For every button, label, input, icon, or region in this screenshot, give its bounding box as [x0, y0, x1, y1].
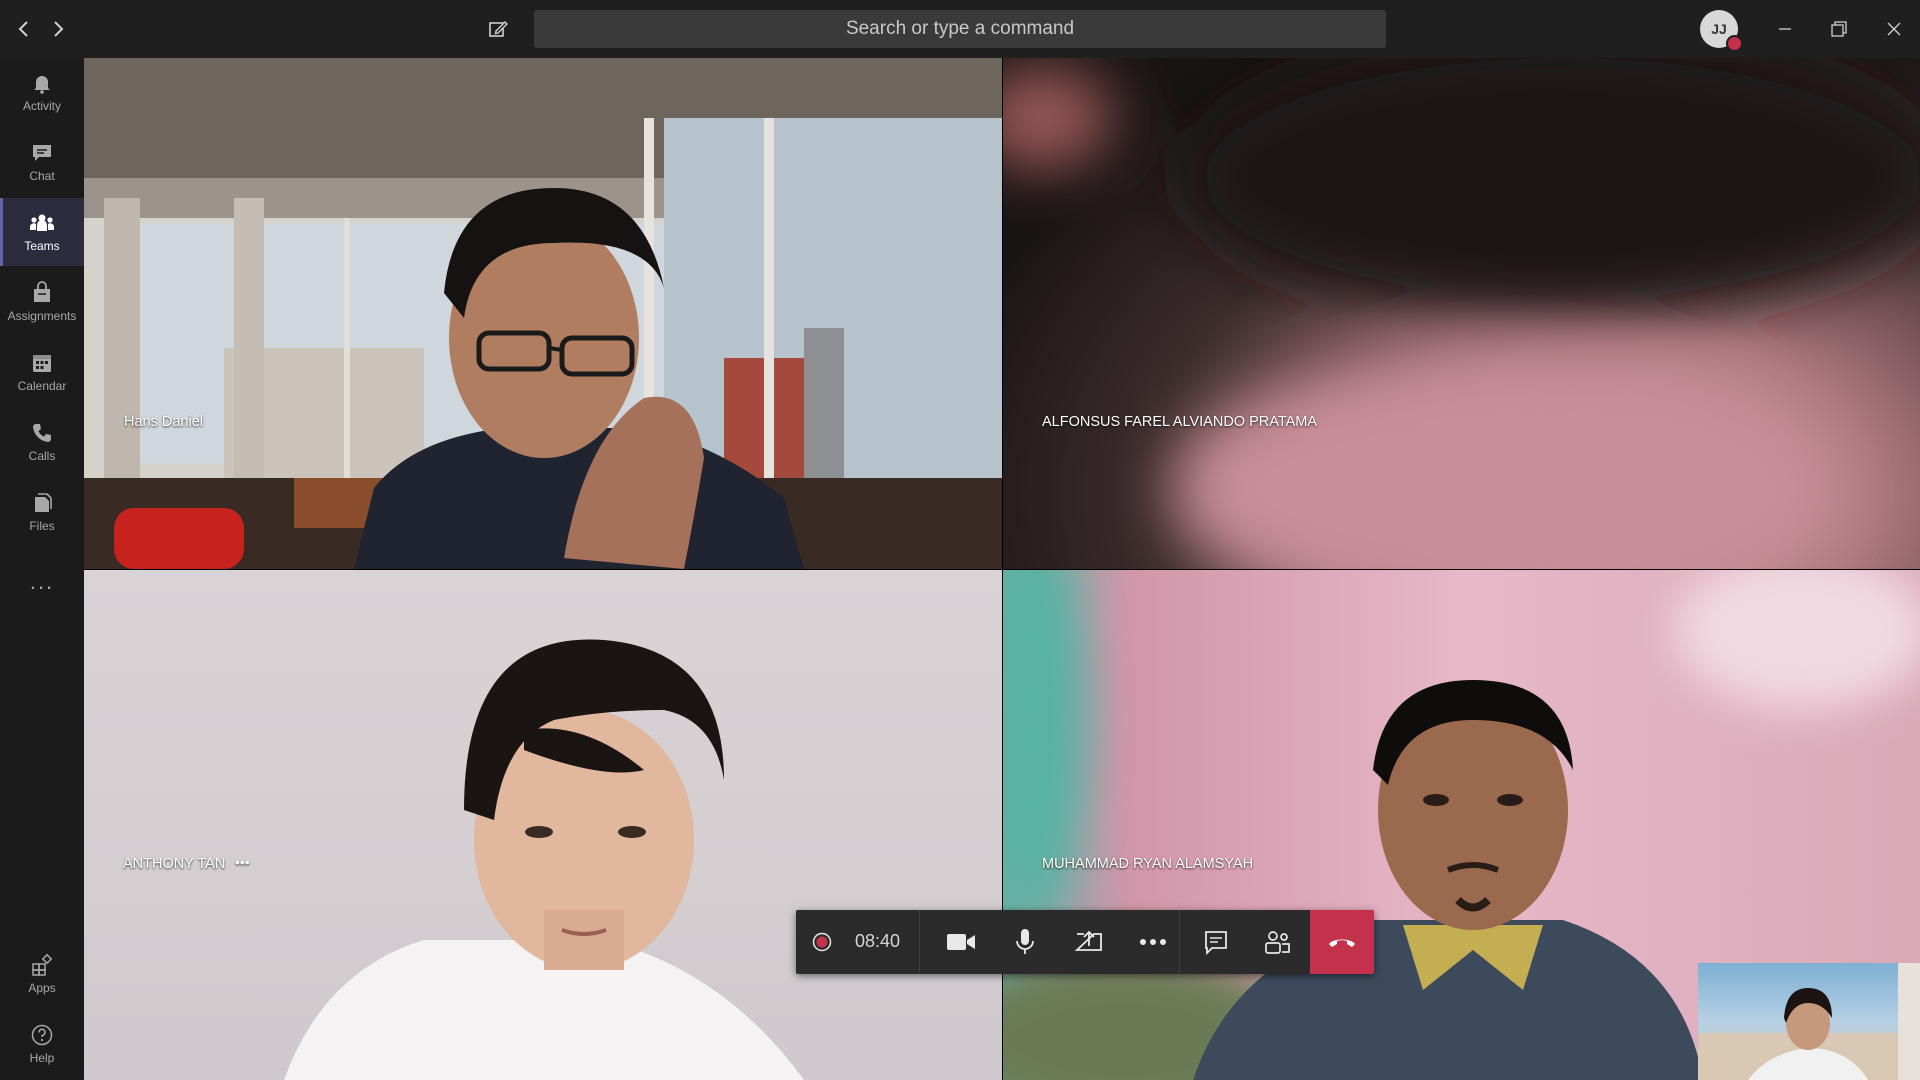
bell-icon: [34, 76, 50, 94]
rail-item-teams[interactable]: Teams: [0, 198, 84, 266]
video-tile[interactable]: ANTHONY TAN •••: [84, 570, 1002, 1080]
assignments-icon: [34, 281, 50, 302]
camera-icon: [947, 934, 975, 950]
call-duration: 08:40: [855, 931, 901, 951]
help-icon: [31, 1024, 53, 1046]
video-feed: [84, 58, 1002, 569]
record-icon: [812, 932, 832, 952]
video-tile[interactable]: ALFONSUS FAREL ALVIANDO PRATAMA: [1003, 58, 1920, 569]
files-icon: [35, 493, 52, 512]
microphone-button[interactable]: [1003, 920, 1047, 964]
video-tile[interactable]: Hans Daniel: [84, 58, 1002, 569]
participant-more-button[interactable]: •••: [235, 854, 250, 870]
rail-item-calls[interactable]: Calls: [0, 408, 84, 476]
participants-icon: [1265, 931, 1290, 954]
app-rail: Activity Chat Teams Assignments Calendar…: [0, 58, 84, 1080]
participant-name: ALFONSUS FAREL ALVIANDO PRATAMA: [1042, 414, 1318, 430]
participant-name: ANTHONY TAN: [123, 856, 226, 872]
more-icon: [1140, 939, 1166, 945]
divider: [1179, 910, 1180, 974]
chat-icon: [1205, 931, 1227, 955]
back-arrow-icon[interactable]: [12, 17, 36, 41]
rail-label: Apps: [28, 981, 56, 995]
microphone-icon: [1016, 929, 1034, 954]
hang-up-icon: [1329, 939, 1355, 947]
apps-icon: [32, 953, 53, 976]
rail-label: Assignments: [7, 309, 77, 323]
rail-label: Calendar: [17, 379, 67, 393]
divider: [919, 910, 920, 974]
show-conversation-button[interactable]: [1194, 920, 1238, 964]
teams-icon: [30, 214, 54, 231]
search-input[interactable]: Search or type a command: [534, 10, 1386, 48]
video-feed: [284, 639, 804, 1080]
rail-item-files[interactable]: Files: [0, 478, 84, 546]
chat-icon: [33, 145, 51, 161]
rail-label: Files: [29, 519, 55, 533]
rail-label: Chat: [29, 169, 55, 183]
hang-up-button[interactable]: [1310, 910, 1374, 974]
rail-item-assignments[interactable]: Assignments: [0, 268, 84, 336]
compose-icon[interactable]: [486, 17, 510, 41]
rail-item-activity[interactable]: Activity: [0, 58, 84, 126]
rail-label: Calls: [28, 449, 56, 463]
rail-label: Activity: [22, 99, 61, 113]
more-icon: ...: [29, 569, 55, 594]
call-timer: 08:40: [796, 910, 919, 974]
show-participants-button[interactable]: [1256, 920, 1300, 964]
rail-item-calendar[interactable]: Calendar: [0, 338, 84, 406]
rail-item-help[interactable]: Help: [0, 1010, 84, 1078]
phone-icon: [33, 424, 51, 442]
calendar-icon: [33, 355, 51, 372]
share-screen-icon: [1074, 930, 1102, 951]
rail-label: Teams: [24, 239, 60, 253]
video-feed: [1003, 58, 1920, 569]
call-stage: Hans Daniel ALFONSUS FAREL ALVIANDO PRAT…: [84, 58, 1920, 1080]
call-controls: 08:40: [796, 910, 1374, 974]
rail-more-button[interactable]: ...: [0, 548, 84, 616]
self-view-video[interactable]: [1698, 963, 1920, 1080]
participant-name: MUHAMMAD RYAN ALAMSYAH: [1042, 856, 1254, 872]
rail-item-chat[interactable]: Chat: [0, 128, 84, 196]
share-screen-button[interactable]: [1067, 920, 1111, 964]
close-button[interactable]: [1872, 12, 1916, 46]
rail-item-apps[interactable]: Apps: [0, 940, 84, 1008]
presence-badge: [1726, 35, 1743, 52]
participant-name: Hans Daniel: [124, 414, 203, 430]
camera-button[interactable]: [939, 920, 983, 964]
self-video-feed: [1698, 963, 1920, 1080]
forward-arrow-icon[interactable]: [46, 17, 70, 41]
title-bar: Search or type a command JJ: [0, 0, 1920, 58]
rail-label: Help: [29, 1051, 55, 1065]
more-actions-button[interactable]: [1131, 920, 1175, 964]
minimize-button[interactable]: [1763, 12, 1807, 46]
restore-button[interactable]: [1817, 12, 1861, 46]
